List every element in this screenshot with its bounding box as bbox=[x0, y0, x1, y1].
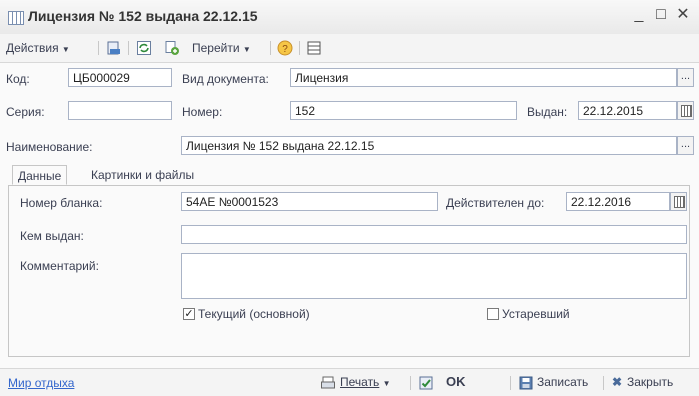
goto-label: Перейти bbox=[192, 41, 240, 55]
valid-until-input[interactable]: 22.12.2016 bbox=[566, 192, 670, 211]
bottom-bar: Мир отдыха Печать ▼ OK Записать ✖ Закрыт… bbox=[0, 368, 699, 396]
doctype-input[interactable]: Лицензия bbox=[290, 68, 677, 87]
actions-label: Действия bbox=[6, 41, 59, 55]
tab-pictures-files[interactable]: Картинки и файлы bbox=[86, 165, 199, 185]
license-window: Лицензия № 152 выдана 22.12.15 _ □ ✕ Дей… bbox=[0, 0, 699, 396]
dropdown-arrow-icon: ▼ bbox=[61, 45, 70, 54]
calendar-icon bbox=[681, 105, 692, 117]
series-label: Серия: bbox=[6, 105, 45, 119]
comment-textarea[interactable] bbox=[181, 253, 687, 299]
minimize-button[interactable]: _ bbox=[630, 6, 648, 24]
post-document-icon[interactable] bbox=[106, 40, 122, 56]
series-input[interactable] bbox=[68, 101, 172, 120]
window-title: Лицензия № 152 выдана 22.12.15 bbox=[28, 8, 258, 24]
issued-date-input[interactable]: 22.12.2015 bbox=[578, 101, 677, 120]
doctype-label: Вид документа: bbox=[182, 72, 269, 86]
dropdown-arrow-icon: ▼ bbox=[242, 45, 251, 54]
actions-menu[interactable]: Действия ▼ bbox=[6, 39, 70, 57]
blank-number-label: Номер бланка: bbox=[20, 196, 103, 210]
structure-icon[interactable] bbox=[306, 40, 322, 56]
separator bbox=[128, 41, 129, 55]
close-button[interactable]: Закрыть bbox=[627, 373, 673, 391]
close-window-button[interactable]: ✕ bbox=[674, 6, 692, 24]
comment-label: Комментарий: bbox=[20, 259, 99, 273]
name-label: Наименование: bbox=[6, 140, 93, 154]
separator bbox=[98, 41, 99, 55]
separator bbox=[270, 41, 271, 55]
name-select-button[interactable]: ... bbox=[677, 136, 694, 155]
separator bbox=[603, 376, 604, 390]
issuer-label: Кем выдан: bbox=[20, 229, 84, 243]
print-icon bbox=[321, 376, 335, 389]
document-icon bbox=[8, 11, 24, 25]
code-label: Код: bbox=[6, 72, 30, 86]
obsolete-checkbox[interactable] bbox=[487, 308, 499, 320]
save-button[interactable]: Записать bbox=[537, 373, 588, 391]
goto-menu[interactable]: Перейти ▼ bbox=[192, 39, 251, 57]
dropdown-arrow-icon: ▼ bbox=[382, 379, 391, 388]
tab-data[interactable]: Данные bbox=[12, 165, 68, 185]
title-bar: Лицензия № 152 выдана 22.12.15 _ □ ✕ bbox=[0, 0, 699, 35]
doctype-select-button[interactable]: ... bbox=[677, 68, 694, 87]
separator bbox=[299, 41, 300, 55]
separator bbox=[410, 376, 411, 390]
toolbar: Действия ▼ Перейти ▼ ? bbox=[0, 34, 699, 63]
ok-check-icon bbox=[419, 376, 433, 390]
calendar-button[interactable] bbox=[670, 192, 687, 211]
organization-link[interactable]: Мир отдыха bbox=[8, 376, 74, 390]
separator bbox=[510, 376, 511, 390]
tab-bar: Данные Картинки и файлы bbox=[8, 165, 690, 186]
number-input[interactable]: 152 bbox=[290, 101, 517, 120]
number-label: Номер: bbox=[182, 105, 223, 119]
calendar-icon bbox=[674, 196, 685, 208]
refresh-icon[interactable] bbox=[136, 40, 152, 56]
issuer-input[interactable] bbox=[181, 225, 687, 244]
close-x-icon: ✖ bbox=[612, 375, 623, 389]
blank-number-input[interactable]: 54АЕ №0001523 bbox=[181, 192, 438, 211]
ok-button[interactable]: OK bbox=[446, 373, 466, 391]
svg-text:?: ? bbox=[282, 44, 288, 55]
issued-label: Выдан: bbox=[527, 105, 568, 119]
calendar-button[interactable] bbox=[677, 101, 694, 120]
help-icon[interactable]: ? bbox=[277, 40, 293, 56]
save-icon bbox=[519, 376, 533, 390]
code-input[interactable]: ЦБ000029 bbox=[68, 68, 172, 87]
valid-until-label: Действителен до: bbox=[446, 196, 545, 210]
print-label: Печать bbox=[340, 375, 380, 389]
current-label: Текущий (основной) bbox=[198, 307, 310, 321]
maximize-button[interactable]: □ bbox=[652, 6, 670, 24]
current-checkbox[interactable]: ✓ bbox=[183, 308, 195, 320]
name-input[interactable]: Лицензия № 152 выдана 22.12.15 bbox=[181, 136, 677, 155]
obsolete-label: Устаревший bbox=[502, 307, 570, 321]
print-button[interactable]: Печать ▼ bbox=[340, 373, 391, 391]
copy-document-icon[interactable] bbox=[164, 40, 180, 56]
